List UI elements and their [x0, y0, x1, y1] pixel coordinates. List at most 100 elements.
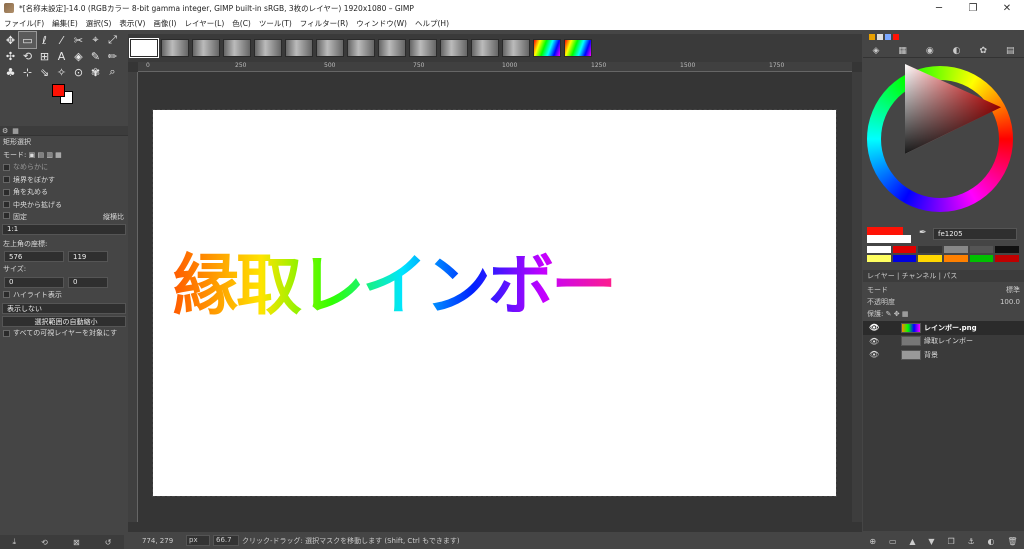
palette-swatch[interactable]	[867, 246, 891, 253]
transform-tool-icon[interactable]: ⤢	[104, 32, 121, 48]
feather-option[interactable]: 境界をぼかす	[0, 174, 128, 187]
image-tab[interactable]	[502, 39, 530, 57]
rounded-checkbox[interactable]	[3, 188, 10, 196]
clone-tool-icon[interactable]: ♣	[2, 64, 19, 80]
paintbrush-tool-icon[interactable]: ✎	[87, 48, 104, 64]
device-status-tab-icon[interactable]: ▦	[12, 127, 19, 135]
image-tab[interactable]	[129, 38, 159, 58]
text-tool-icon[interactable]: A	[53, 48, 70, 64]
image-tab[interactable]	[533, 39, 561, 57]
heal-tool-icon[interactable]: ⊹	[19, 64, 36, 80]
fuzzy-select-tool-icon[interactable]: ⁄	[53, 32, 70, 48]
raise-layer-icon[interactable]: ▲	[909, 537, 915, 546]
menu-select[interactable]: 選択(S)	[86, 18, 112, 29]
antialias-checkbox[interactable]	[3, 163, 10, 171]
palette-swatch[interactable]	[995, 246, 1019, 253]
fonts-tab-icon[interactable]: ◉	[926, 46, 934, 56]
dodge-tool-icon[interactable]: ✧	[53, 64, 70, 80]
image-canvas[interactable]: 縁取レインボー	[152, 109, 837, 497]
image-tab[interactable]	[378, 39, 406, 57]
palette-swatch[interactable]	[918, 255, 942, 262]
brushes-tab-icon[interactable]: ◈	[872, 46, 879, 56]
duplicate-layer-icon[interactable]: ❐	[947, 537, 954, 546]
minimize-button[interactable]: ─	[922, 3, 956, 14]
layer-item[interactable]: 👁 縁取レインボー	[863, 335, 1024, 349]
expand-center-option[interactable]: 中央から拡げる	[0, 199, 128, 212]
antialias-option[interactable]: なめらかに	[0, 161, 128, 174]
layers-tab[interactable]: レイヤー	[867, 271, 895, 281]
layer-name[interactable]: 背景	[924, 350, 938, 360]
lock-position-icon[interactable]: ✥	[894, 310, 900, 318]
guides-select[interactable]: 表示しない	[2, 303, 126, 314]
rounded-option[interactable]: 角を丸める	[0, 186, 128, 199]
lock-alpha-icon[interactable]: ▦	[902, 310, 909, 318]
shrink-merged-option[interactable]: すべての可視レイヤーを対象にす	[0, 327, 128, 340]
warp-tool-icon[interactable]: ✣	[2, 48, 19, 64]
paths-tab[interactable]: パス	[943, 271, 957, 281]
vertical-ruler[interactable]	[128, 72, 138, 522]
close-button[interactable]: ✕	[990, 3, 1024, 14]
scissors-tool-icon[interactable]: ✂	[70, 32, 87, 48]
gradients-tab-icon[interactable]: ▤	[1006, 46, 1015, 56]
lower-layer-icon[interactable]: ▼	[928, 537, 934, 546]
eye-icon[interactable]: 👁	[869, 323, 879, 332]
image-tab[interactable]	[285, 39, 313, 57]
horizontal-ruler[interactable]: 0 250 500 750 1000 1250 1500 1750	[138, 62, 852, 72]
zoom-select[interactable]: 66.7	[213, 535, 239, 546]
feather-checkbox[interactable]	[3, 176, 10, 184]
menu-edit[interactable]: 編集(E)	[52, 18, 78, 29]
hex-color-input[interactable]: fe1205	[933, 228, 1017, 240]
bucket-fill-tool-icon[interactable]: ◈	[70, 48, 87, 64]
image-tab[interactable]	[564, 39, 592, 57]
palette-swatch[interactable]	[969, 255, 994, 262]
image-tab[interactable]	[254, 39, 282, 57]
palette-swatch[interactable]	[892, 246, 917, 253]
autoshrink-button[interactable]: 選択範囲の自動縮小	[2, 316, 126, 327]
expand-center-checkbox[interactable]	[3, 201, 10, 209]
fixed-checkbox[interactable]	[3, 212, 10, 220]
save-preset-icon[interactable]: ⤓	[13, 537, 17, 547]
highlight-option[interactable]: ハイライト表示	[0, 289, 128, 302]
menu-help[interactable]: ヘルプ(H)	[415, 18, 449, 29]
menu-view[interactable]: 表示(V)	[119, 18, 145, 29]
delete-layer-icon[interactable]: 🗑	[1007, 537, 1017, 546]
eye-icon[interactable]: 👁	[869, 337, 879, 346]
shrink-merged-checkbox[interactable]	[3, 329, 10, 337]
mask-icon[interactable]: ◐	[988, 537, 995, 546]
lock-paint-icon[interactable]: ✎	[886, 310, 892, 318]
size-h-field[interactable]: 0	[68, 276, 108, 288]
image-tab[interactable]	[440, 39, 468, 57]
palette-swatch[interactable]	[943, 246, 968, 253]
rotate-tool-icon[interactable]: ⟲	[19, 48, 36, 64]
reset-options-icon[interactable]: ↺	[105, 538, 112, 547]
anchor-layer-icon[interactable]: ⚓	[967, 537, 974, 546]
size-w-field[interactable]: 0	[4, 276, 64, 288]
image-tab[interactable]	[192, 39, 220, 57]
position-y-field[interactable]: 119	[68, 251, 108, 262]
menu-layer[interactable]: レイヤー(L)	[184, 18, 224, 29]
menu-tools[interactable]: ツール(T)	[259, 18, 292, 29]
mode-add-icon[interactable]: ▤	[37, 151, 44, 159]
delete-preset-icon[interactable]: ⊠	[73, 538, 80, 547]
color-picker-tool-icon[interactable]: ⊙	[70, 64, 87, 80]
palette-swatch[interactable]	[969, 246, 994, 253]
mode-replace-icon[interactable]: ▣	[29, 151, 36, 159]
menu-image[interactable]: 画像(I)	[153, 18, 176, 29]
tool-options-tab-icon[interactable]: ⚙	[2, 127, 8, 135]
channels-tab[interactable]: チャンネル	[902, 271, 937, 281]
layer-mode-select[interactable]: 標準	[1006, 285, 1020, 295]
palette-swatch[interactable]	[867, 255, 891, 262]
palette-swatch[interactable]	[943, 255, 968, 262]
layer-item[interactable]: 👁 レインボー.png	[863, 321, 1024, 335]
pencil-tool-icon[interactable]: ✏	[104, 48, 121, 64]
opacity-value[interactable]: 100.0	[1000, 298, 1020, 306]
image-tab[interactable]	[471, 39, 499, 57]
fg-color-swatch[interactable]	[867, 227, 903, 235]
palettes-tab-icon[interactable]: ✿	[979, 46, 987, 56]
mode-subtract-icon[interactable]: ▥	[46, 151, 53, 159]
zoom-tool-icon[interactable]: ⌕	[104, 64, 121, 80]
patterns-tab-icon[interactable]: ▦	[898, 46, 907, 56]
menu-colors[interactable]: 色(C)	[232, 18, 251, 29]
cage-tool-icon[interactable]: ⊞	[36, 48, 53, 64]
image-tab[interactable]	[223, 39, 251, 57]
